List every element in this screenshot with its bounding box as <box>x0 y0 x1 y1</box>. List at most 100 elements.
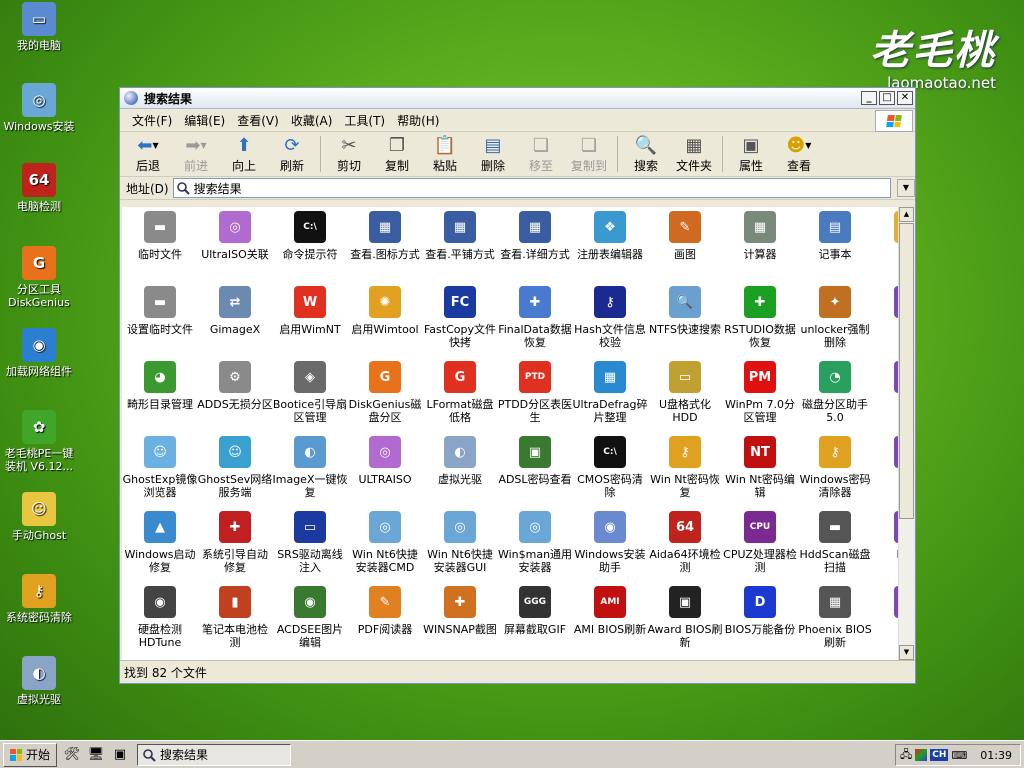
quicklaunch-tools-icon[interactable]: 🛠 <box>63 746 81 764</box>
start-button[interactable]: 开始 <box>3 742 58 767</box>
file-item[interactable]: C:\ CMOS密码清除 <box>572 436 648 499</box>
file-item[interactable]: ▮ 笔记本电池检测 <box>197 586 273 649</box>
menu-item[interactable]: 工具(T) <box>338 112 391 129</box>
file-item[interactable]: ⚙ ADDS无损分区 <box>197 361 273 411</box>
menu-item[interactable]: 文件(F) <box>126 112 178 129</box>
ime-indicator[interactable]: CH <box>930 749 949 761</box>
toolbar-button[interactable]: ▦ 文件夹 <box>670 135 718 174</box>
desktop-icon[interactable]: ◎ Windows安装 <box>0 83 78 133</box>
toolbar-button[interactable]: ⬆ 向上 <box>220 135 268 174</box>
desktop-icon[interactable]: ✿ 老毛桃PE一键 装机 V6.12... <box>0 410 78 473</box>
file-item[interactable]: ◈ Bootice引导扇区管理 <box>272 361 348 424</box>
file-item[interactable]: C:\ 命令提示符 <box>272 211 348 261</box>
file-item[interactable]: ◕ 畸形目录管理 <box>122 361 198 411</box>
file-item[interactable]: AMI AMI BIOS刷新 <box>572 586 648 636</box>
chevron-down-icon[interactable]: ▼ <box>152 141 158 150</box>
file-item[interactable]: ▮DEP <box>872 586 899 636</box>
file-item[interactable]: ⚷ Windows密码清除器 <box>797 436 873 499</box>
file-item[interactable]: G DiskGenius磁盘分区 <box>347 361 423 424</box>
file-item[interactable]: ▮通用 <box>872 436 899 486</box>
file-item[interactable]: FC FastCopy文件快拷 <box>422 286 498 349</box>
file-item[interactable]: ✺ 启用Wimtool <box>347 286 423 336</box>
file-item[interactable]: D BIOS万能备份 <box>722 586 798 636</box>
file-item[interactable]: ▮识别 <box>872 361 899 411</box>
file-item[interactable]: ▭ U盘格式化HDD <box>647 361 723 424</box>
toolbar-button[interactable]: 📋 粘贴 <box>421 135 469 174</box>
desktop-icon[interactable]: ◉ 加载网络组件 <box>0 328 78 378</box>
file-item[interactable]: ☺ GhostSev网络服务端 <box>197 436 273 499</box>
file-item[interactable]: ◉ 硬盘检测HDTune <box>122 586 198 649</box>
file-item[interactable]: ▦ UltraDefrag碎片整理 <box>572 361 648 424</box>
address-input[interactable]: 搜索结果 <box>172 178 891 198</box>
address-dropdown-button[interactable]: ▼ <box>897 179 915 197</box>
toolbar-button[interactable]: ✂ 剪切 <box>325 135 373 174</box>
toolbar-button[interactable]: ▣ 属性 <box>727 135 775 174</box>
menu-item[interactable]: 编辑(E) <box>178 112 231 129</box>
file-item[interactable]: ▦ Phoenix BIOS刷新 <box>797 586 873 649</box>
file-item[interactable]: ◎ UltraISO关联 <box>197 211 273 261</box>
menu-item[interactable]: 查看(V) <box>231 112 285 129</box>
file-item[interactable]: ✦ unlocker强制删除 <box>797 286 873 349</box>
file-item[interactable]: ✎ PDF阅读器 <box>347 586 423 636</box>
file-item[interactable]: ◎ Win Nt6快捷安装器GUI <box>422 511 498 574</box>
toolbar-button[interactable]: 🔍 搜索 <box>622 135 670 174</box>
file-item[interactable]: ▣ Award BIOS刷新 <box>647 586 723 649</box>
tray-keyboard-icon[interactable]: ⌨ <box>951 749 967 762</box>
toolbar-button[interactable]: ▤ 删除 <box>469 135 517 174</box>
file-item[interactable]: ◎ Win$man通用安装器 <box>497 511 573 574</box>
file-item[interactable]: ▬ 设置临时文件 <box>122 286 198 336</box>
file-item[interactable]: ▭资源 <box>872 211 899 261</box>
quicklaunch-computer-icon[interactable]: 🖥 <box>87 746 105 764</box>
file-item[interactable]: ✎ 画图 <box>647 211 723 261</box>
quicklaunch-window-icon[interactable]: ▣ <box>111 746 129 764</box>
desktop-icon[interactable]: ▭ 我的电脑 <box>0 2 78 52</box>
file-item[interactable]: ✚ WINSNAP截图 <box>422 586 498 636</box>
file-item[interactable]: ◉ ACDSEE图片编辑 <box>272 586 348 649</box>
desktop-icon[interactable]: G 分区工具 DiskGenius <box>0 246 78 309</box>
toolbar-button[interactable]: ❐ 复制 <box>373 135 421 174</box>
file-item[interactable]: ◔ 磁盘分区助手5.0 <box>797 361 873 424</box>
menu-item[interactable]: 收藏(A) <box>285 112 339 129</box>
desktop-icon[interactable]: 64 电脑检测 <box>0 163 78 213</box>
maximize-button[interactable]: □ <box>879 91 895 105</box>
file-item[interactable]: NT Win Nt密码编辑 <box>722 436 798 499</box>
file-item[interactable]: ◎ Win Nt6快捷安装器CMD <box>347 511 423 574</box>
file-item[interactable]: ◐ 虚拟光驱 <box>422 436 498 486</box>
menu-item[interactable]: 帮助(H) <box>391 112 445 129</box>
tray-display-icon[interactable] <box>915 749 928 761</box>
chevron-down-icon[interactable]: ▼ <box>805 141 811 150</box>
file-item[interactable]: ▮Winl <box>872 286 899 336</box>
file-item[interactable]: ◉ Windows安装助手 <box>572 511 648 574</box>
desktop-icon[interactable]: ◐ 虚拟光驱 <box>0 656 78 706</box>
minimize-button[interactable]: _ <box>861 91 877 105</box>
file-item[interactable]: GGG 屏幕截取GIF <box>497 586 573 636</box>
file-item[interactable]: ▮Mem <box>872 511 899 561</box>
file-item[interactable]: ▦ 计算器 <box>722 211 798 261</box>
file-item[interactable]: 🔍 NTFS快速搜索 <box>647 286 723 336</box>
file-item[interactable]: PM WinPm 7.0分区管理 <box>722 361 798 424</box>
chevron-down-icon[interactable]: ▼ <box>200 141 206 150</box>
file-item[interactable]: ◎ ULTRAISO <box>347 436 423 486</box>
taskbar-item-search-results[interactable]: 搜索结果 <box>137 743 292 766</box>
file-item[interactable]: ◐ ImageX一键恢复 <box>272 436 348 499</box>
scroll-down-button[interactable]: ▼ <box>899 645 914 660</box>
scroll-up-button[interactable]: ▲ <box>899 207 914 222</box>
file-item[interactable]: ▬ HddScan磁盘扫描 <box>797 511 873 574</box>
file-item[interactable]: ☺ GhostExp镜像浏览器 <box>122 436 198 499</box>
close-button[interactable]: ✕ <box>897 91 913 105</box>
file-item[interactable]: ⚷ Win Nt密码恢复 <box>647 436 723 499</box>
toolbar-button[interactable]: ⟳ 刷新 <box>268 135 316 174</box>
file-item[interactable]: ▤ 记事本 <box>797 211 873 261</box>
toolbar-button[interactable]: ⬅ ▼ 后退 <box>124 135 172 174</box>
file-item[interactable]: ❖ 注册表编辑器 <box>572 211 648 261</box>
file-item[interactable]: ✚ RSTUDIO数据恢复 <box>722 286 798 349</box>
file-item[interactable]: ✚ 系统引导自动修复 <box>197 511 273 574</box>
desktop-icon[interactable]: ☺ 手动Ghost <box>0 492 78 542</box>
file-item[interactable]: PTD PTDD分区表医生 <box>497 361 573 424</box>
file-item[interactable]: ▦ 查看.图标方式 <box>347 211 423 261</box>
file-item[interactable]: ⚷ Hash文件信息校验 <box>572 286 648 349</box>
toolbar-button[interactable]: ☻ ▼ 查看 <box>775 135 823 174</box>
file-item[interactable]: ▲ Windows启动修复 <box>122 511 198 574</box>
file-item[interactable]: 64 Aida64环境检测 <box>647 511 723 574</box>
file-item[interactable]: ▣ ADSL密码查看 <box>497 436 573 486</box>
